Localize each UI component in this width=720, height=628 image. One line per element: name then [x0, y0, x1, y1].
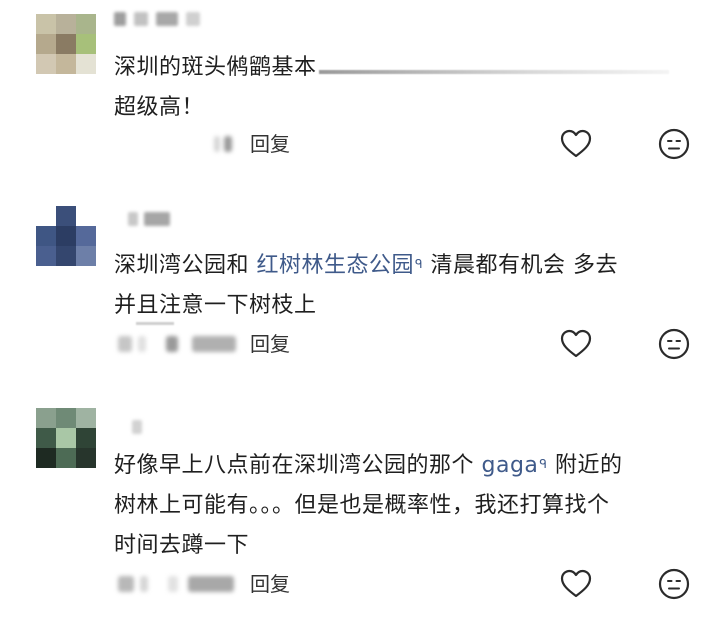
comment-text: 深圳湾公园和 红树林生态公园ᑫ 清晨都有机会 多去 并且注意一下树枝上	[114, 246, 689, 326]
timestamp-blurred	[210, 134, 240, 154]
comment-line: 深圳的斑头鸺鹠基本	[114, 48, 689, 88]
topic-link[interactable]: gaga	[482, 453, 539, 478]
comment-line-text: 深圳湾公园和	[114, 253, 257, 278]
comment-line: 时间去蹲一下	[114, 533, 250, 558]
search-icon[interactable]: ᑫ	[415, 257, 423, 271]
comment-line-text: 附近的	[547, 453, 623, 478]
comment-line: 好像早上八点前在深圳湾公园的那个 gagaᑫ 附近的	[114, 446, 689, 486]
comment-line: 并且注意一下树枝上	[114, 293, 317, 318]
comment-line-text: 深圳的斑头鸺鹠基本	[114, 55, 317, 80]
comment-1: 深圳的斑头鸺鹠基本 超级高！ 回复	[0, 0, 720, 190]
comment-line: 超级高！	[114, 95, 205, 120]
topic-link[interactable]: 红树林生态公园	[257, 253, 415, 278]
reply-button[interactable]: 回复	[250, 129, 290, 159]
blurred-text	[318, 70, 669, 74]
avatar[interactable]	[36, 14, 96, 74]
username-blurred	[114, 420, 154, 436]
username-blurred	[114, 12, 204, 28]
heart-outline-icon[interactable]	[559, 567, 593, 601]
reply-button[interactable]: 回复	[250, 569, 290, 599]
comment-text: 好像早上八点前在深圳湾公园的那个 gagaᑫ 附近的 树林上可能有。。。但是也是…	[114, 446, 689, 566]
comment-3: 好像早上八点前在深圳湾公园的那个 gagaᑫ 附近的 树林上可能有。。。但是也是…	[0, 390, 720, 628]
comment-line: 深圳湾公园和 红树林生态公园ᑫ 清晨都有机会 多去	[114, 246, 689, 286]
timestamp-blurred	[114, 574, 240, 594]
comment-2: 深圳湾公园和 红树林生态公园ᑫ 清晨都有机会 多去 并且注意一下树枝上 回复	[0, 190, 720, 390]
heart-outline-icon[interactable]	[559, 327, 593, 361]
reply-button[interactable]: 回复	[250, 329, 290, 359]
neutral-face-icon[interactable]	[657, 567, 691, 601]
avatar[interactable]	[36, 408, 96, 468]
neutral-face-icon[interactable]	[657, 127, 691, 161]
timestamp-blurred	[114, 334, 240, 354]
comment-text: 深圳的斑头鸺鹠基本 超级高！	[114, 48, 689, 128]
search-icon[interactable]: ᑫ	[539, 457, 547, 471]
neutral-face-icon[interactable]	[657, 327, 691, 361]
comment-line-text: 好像早上八点前在深圳湾公园的那个	[114, 453, 482, 478]
username-blurred	[114, 212, 194, 228]
heart-outline-icon[interactable]	[559, 127, 593, 161]
comment-line-text: 清晨都有机会 多去	[423, 253, 619, 278]
avatar[interactable]	[36, 206, 96, 266]
comment-line: 树林上可能有。。。但是也是概率性，我还打算找个	[114, 493, 610, 518]
blurred-text	[136, 322, 174, 325]
